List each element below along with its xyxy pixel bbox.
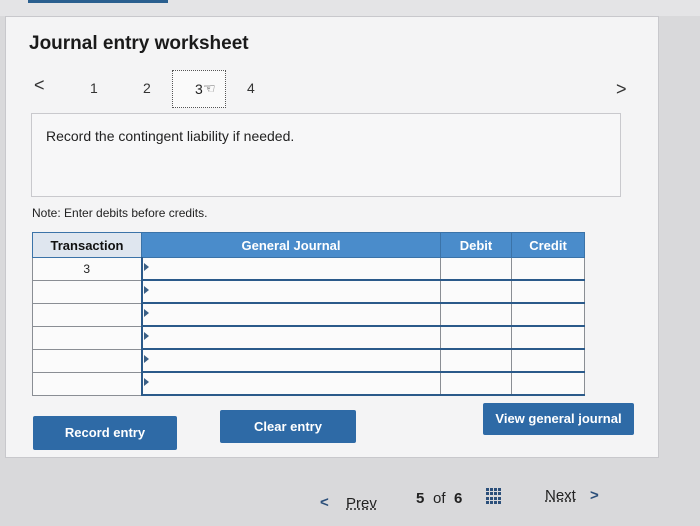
top-bar (0, 0, 700, 16)
account-cell[interactable] (140, 257, 441, 281)
account-cell[interactable] (140, 371, 441, 396)
account-cell[interactable] (140, 279, 441, 304)
step-tab-1[interactable]: 1 (90, 80, 98, 96)
page-total: 6 (454, 490, 463, 507)
table-row (32, 348, 585, 373)
account-cell[interactable] (140, 302, 441, 327)
credit-cell[interactable] (511, 371, 585, 396)
credit-cell[interactable] (511, 279, 585, 304)
credit-cell[interactable] (511, 348, 585, 373)
debit-cell[interactable] (440, 279, 512, 304)
table-row: 3 (32, 257, 585, 281)
credit-cell[interactable] (511, 325, 585, 350)
table-header-row: Transaction General Journal Debit Credit (32, 232, 585, 258)
next-step-arrow[interactable]: > (616, 79, 627, 100)
clear-entry-button[interactable]: Clear entry (220, 410, 356, 443)
debit-cell[interactable] (440, 325, 512, 350)
table-row (32, 302, 585, 327)
journal-table: Transaction General Journal Debit Credit… (32, 232, 585, 396)
step-tab-3-label: 3 (195, 81, 203, 97)
table-row (32, 279, 585, 304)
debit-cell[interactable] (440, 348, 512, 373)
transaction-cell (32, 325, 142, 350)
next-arrow-icon[interactable]: > (590, 487, 599, 504)
debit-cell[interactable] (440, 257, 512, 281)
row-marker-icon (143, 263, 149, 271)
account-cell[interactable] (140, 348, 441, 373)
page-title: Journal entry worksheet (29, 33, 249, 54)
row-marker-icon (143, 309, 149, 317)
row-marker-icon (143, 378, 149, 386)
page-current: 5 (416, 490, 425, 507)
header-general-journal: General Journal (141, 232, 441, 258)
transaction-cell (32, 302, 142, 327)
view-general-journal-button[interactable]: View general journal (483, 403, 634, 435)
row-marker-icon (143, 332, 149, 340)
transaction-cell (32, 348, 142, 373)
row-marker-icon (143, 355, 149, 363)
transaction-cell (32, 279, 142, 304)
top-stripe (28, 0, 168, 3)
table-row (32, 325, 585, 350)
header-credit: Credit (511, 232, 585, 258)
credit-cell[interactable] (511, 302, 585, 327)
next-button[interactable]: Next (545, 487, 576, 504)
row-marker-icon (143, 286, 149, 294)
step-tab-3-active[interactable]: 3 ☜ (172, 70, 226, 108)
record-entry-button[interactable]: Record entry (33, 416, 177, 450)
transaction-cell: 3 (32, 257, 142, 281)
prompt-text: Record the contingent liability if neede… (46, 128, 295, 144)
account-cell[interactable] (140, 325, 441, 350)
question-grid-icon[interactable] (486, 488, 502, 504)
credit-cell[interactable] (511, 257, 585, 281)
prompt-box: Record the contingent liability if neede… (31, 113, 621, 197)
prev-button[interactable]: Prev (346, 495, 377, 512)
debit-cell[interactable] (440, 371, 512, 396)
step-tab-4[interactable]: 4 (247, 80, 255, 96)
transaction-cell (32, 371, 142, 396)
page-of: of (433, 490, 446, 507)
prev-arrow-icon[interactable]: < (320, 494, 329, 511)
debit-cell[interactable] (440, 302, 512, 327)
table-row (32, 371, 585, 396)
prev-step-arrow[interactable]: < (34, 75, 45, 96)
note-text: Note: Enter debits before credits. (32, 206, 208, 220)
header-transaction: Transaction (32, 232, 142, 258)
step-tab-2[interactable]: 2 (143, 80, 151, 96)
header-debit: Debit (440, 232, 512, 258)
pointer-hand-icon: ☜ (203, 80, 216, 96)
